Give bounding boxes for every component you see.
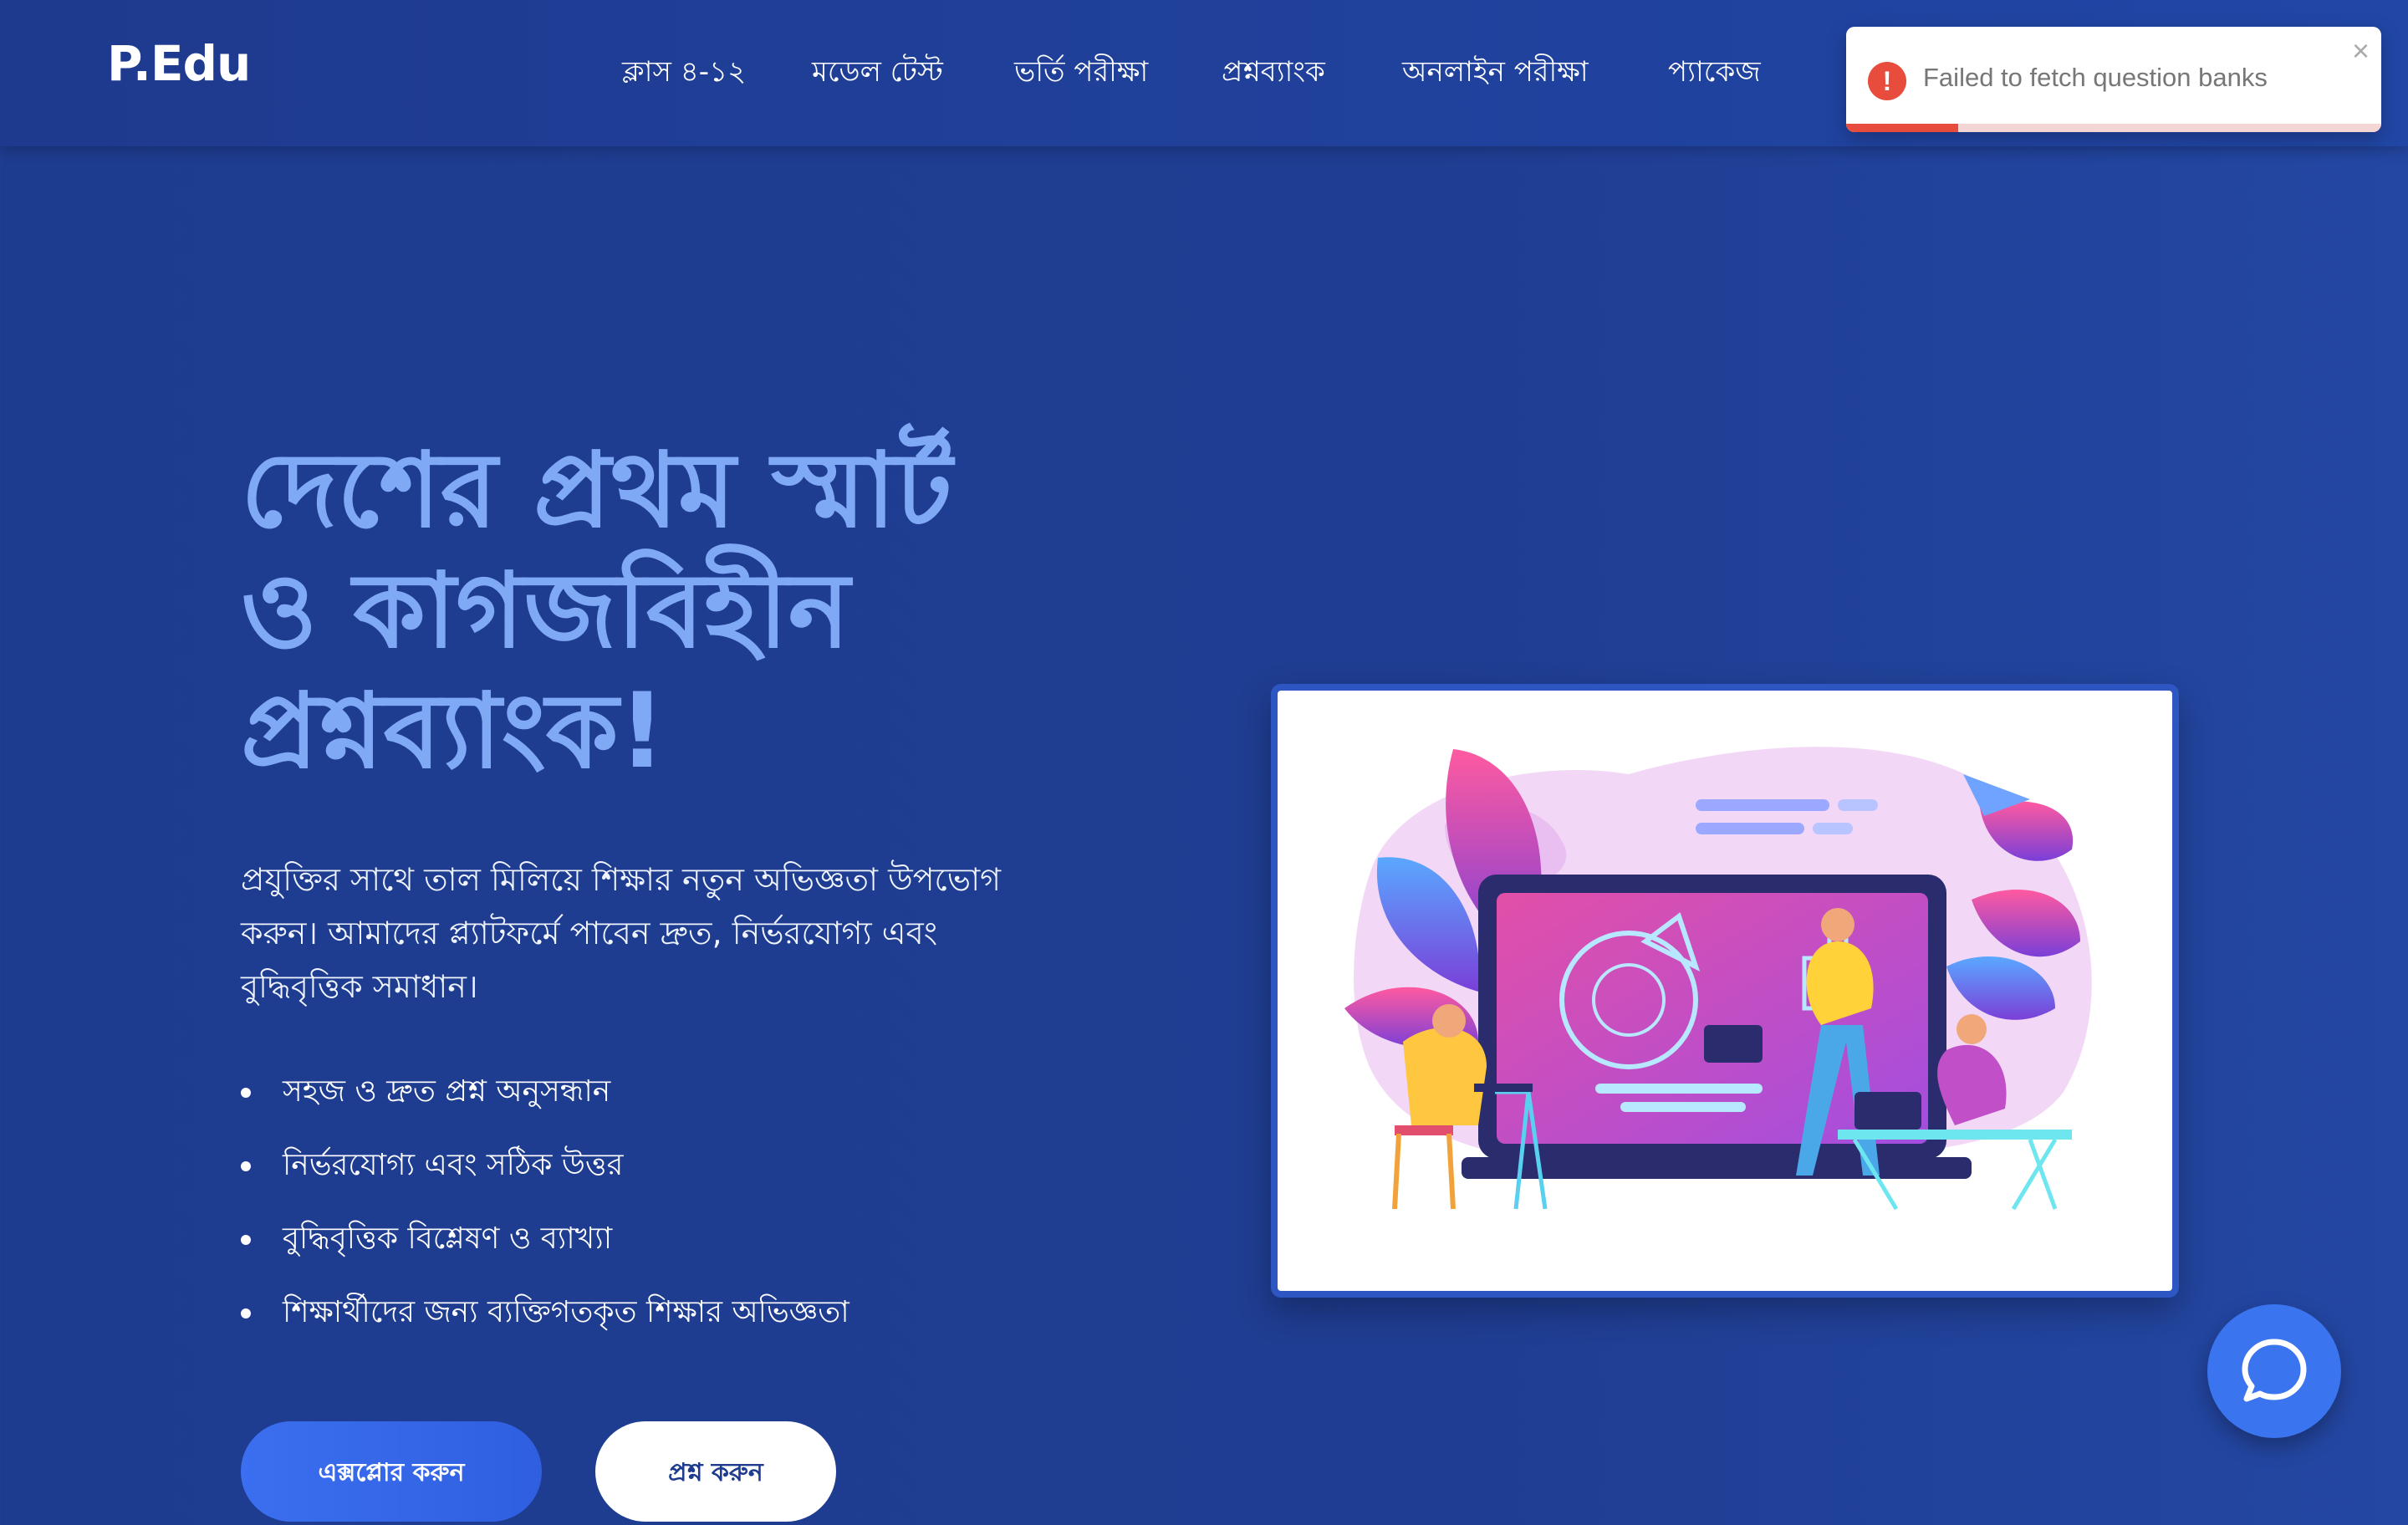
feature-text: বুদ্ধিবৃত্তিক বিশ্লেষণ ও ব্যাখ্যা [283, 1222, 613, 1256]
toast-message: Failed to fetch question banks [1923, 63, 2268, 92]
feature-item: বুদ্ধিবৃত্তিক বিশ্লেষণ ও ব্যাখ্যা [241, 1219, 849, 1293]
feature-item: সহজ ও দ্রুত প্রশ্ন অনুসন্ধান [241, 1072, 849, 1145]
bullet-icon [241, 1088, 251, 1098]
site-logo[interactable]: P.Edu [107, 35, 251, 92]
feature-item: শিক্ষার্থীদের জন্য ব্যক্তিগতকৃত শিক্ষার … [241, 1293, 849, 1366]
chat-bubble-icon [2242, 1339, 2307, 1402]
explore-button[interactable]: এক্সপ্লোর করুন [241, 1421, 542, 1522]
nav-item-admission-exam[interactable]: ভর্তি পরীক্ষা [1014, 50, 1148, 98]
alert-icon: ! [1868, 62, 1906, 100]
nav-item-question-bank[interactable]: প্রশ্নব্যাংক [1222, 50, 1325, 98]
chat-button[interactable] [2207, 1304, 2341, 1438]
feature-text: নির্ভরযোগ্য এবং সঠিক উত্তর [283, 1148, 624, 1182]
nav-item-model-test[interactable]: মডেল টেস্ট [812, 50, 943, 98]
feature-item: নির্ভরযোগ্য এবং সঠিক উত্তর [241, 1145, 849, 1219]
hero-description: প্রযুক্তির সাথে তাল মিলিয়ে শিক্ষার নতুন… [241, 861, 1001, 1005]
nav-item-class-4-12[interactable]: ক্লাস ৪-১২ [622, 50, 746, 98]
hero-title-line-2: ও কাগজবিহীন [241, 551, 850, 671]
close-icon[interactable]: × [2352, 33, 2370, 69]
bullet-icon [241, 1235, 251, 1245]
hero-title-line-3: প্রশ্নব্যাংক! [241, 671, 666, 792]
toast-progress-track [1846, 124, 2381, 132]
classroom-illustration [1344, 747, 2092, 1211]
feature-text: শিক্ষার্থীদের জন্য ব্যক্তিগতকৃত শিক্ষার … [283, 1295, 849, 1329]
hero-illustration-frame [1271, 684, 2179, 1298]
hero-title-line-1: দেশের প্রথম স্মার্ট [241, 431, 952, 551]
feature-list: সহজ ও দ্রুত প্রশ্ন অনুসন্ধান নির্ভরযোগ্য… [241, 1072, 849, 1366]
error-toast: ! Failed to fetch question banks × [1846, 27, 2381, 132]
hero-title: দেশের প্রথম স্মার্ট ও কাগজবিহীন প্রশ্নব্… [241, 431, 1202, 792]
nav-item-package[interactable]: প্যাকেজ [1668, 50, 1761, 98]
toast-progress-fill [1846, 124, 1959, 132]
feature-text: সহজ ও দ্রুত প্রশ্ন অনুসন্ধান [283, 1074, 611, 1109]
bullet-icon [241, 1308, 251, 1318]
nav-item-online-exam[interactable]: অনলাইন পরীক্ষা [1402, 50, 1589, 98]
bullet-icon [241, 1161, 251, 1171]
ask-question-button[interactable]: প্রশ্ন করুন [595, 1421, 836, 1522]
